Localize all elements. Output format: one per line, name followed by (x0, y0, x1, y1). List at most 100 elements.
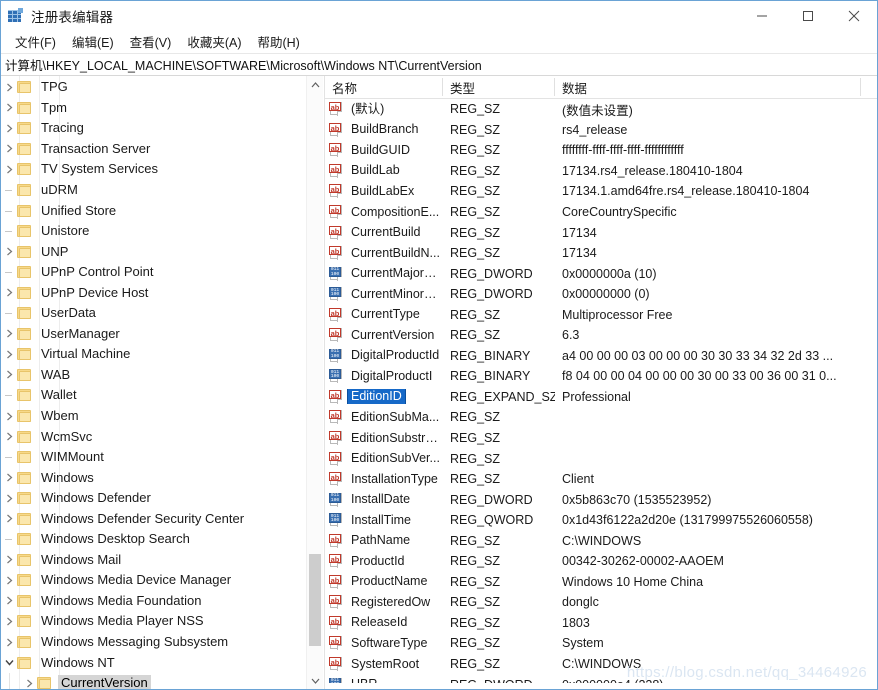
column-header-type[interactable]: 类型 (443, 76, 555, 98)
tree-item-23[interactable]: Windows Mail (1, 550, 307, 571)
chevron-right-icon[interactable] (1, 141, 17, 157)
scroll-up-arrow[interactable] (307, 76, 323, 93)
table-row[interactable]: 011 100 CurrentMajorV... REG_DWORD 0x0000000… (325, 263, 877, 284)
chevron-right-icon[interactable] (1, 634, 17, 650)
menu-item-2[interactable]: 查看(V) (122, 31, 180, 53)
chevron-right-icon[interactable] (1, 161, 17, 177)
tree-item-12[interactable]: UserManager (1, 324, 307, 345)
table-row[interactable]: ab EditionSubstring REG_SZ (325, 428, 877, 449)
chevron-right-icon[interactable] (1, 470, 17, 486)
chevron-right-icon[interactable] (1, 408, 17, 424)
chevron-right-icon[interactable] (1, 552, 17, 568)
tree-item-28[interactable]: Windows NT (1, 652, 307, 673)
table-row[interactable]: ab BuildGUID REG_SZ ffffffff-ffff-ffff-ffff… (325, 140, 877, 161)
table-row[interactable]: ab CurrentType REG_SZ Multiprocessor Free (325, 304, 877, 325)
tree-item-0[interactable]: TPG (1, 77, 307, 98)
table-row[interactable]: ab CurrentBuildN... REG_SZ 17134 (325, 243, 877, 264)
chevron-right-icon[interactable] (1, 613, 17, 629)
close-button[interactable] (831, 1, 877, 31)
table-row[interactable]: ab PathName REG_SZ C:\WINDOWS (325, 530, 877, 551)
address-bar[interactable]: 计算机\HKEY_LOCAL_MACHINE\SOFTWARE\Microsof… (1, 54, 877, 76)
table-row[interactable]: ab RegisteredOw REG_SZ donglc (325, 592, 877, 613)
table-row[interactable]: ab ReleaseId REG_SZ 1803 (325, 613, 877, 634)
tree-item-2[interactable]: Tracing (1, 118, 307, 139)
value-name-cell[interactable]: ab CompositionE... (325, 205, 443, 220)
chevron-right-icon[interactable] (1, 572, 17, 588)
tree-item-5[interactable]: uDRM (1, 180, 307, 201)
value-name-cell[interactable]: ab CurrentBuildN... (325, 246, 443, 261)
chevron-right-icon[interactable] (21, 675, 37, 689)
chevron-right-icon[interactable] (1, 244, 17, 260)
table-row[interactable]: ab BuildBranch REG_SZ rs4_release (325, 120, 877, 141)
table-row[interactable]: ab CurrentBuild REG_SZ 17134 (325, 222, 877, 243)
menu-item-4[interactable]: 帮助(H) (249, 31, 307, 53)
chevron-down-icon[interactable] (1, 655, 17, 671)
value-name-cell[interactable]: ab EditionSubVer... (325, 451, 443, 466)
table-row[interactable]: ab ProductName REG_SZ Windows 10 Home China (325, 572, 877, 593)
table-row[interactable]: ab EditionSubVer... REG_SZ (325, 448, 877, 469)
tree-item-4[interactable]: TV System Services (1, 159, 307, 180)
value-name-cell[interactable]: ab PathName (325, 533, 443, 548)
tree-item-11[interactable]: UserData (1, 303, 307, 324)
table-row[interactable]: ab ProductId REG_SZ 00342-30262-00002-AAOEM (325, 551, 877, 572)
value-name-cell[interactable]: 011 100 CurrentMinorV... (325, 287, 443, 302)
tree-item-6[interactable]: Unified Store (1, 200, 307, 221)
column-header-name[interactable]: 名称 (325, 76, 443, 98)
tree-item-19[interactable]: Windows (1, 467, 307, 488)
tree-item-10[interactable]: UPnP Device Host (1, 282, 307, 303)
tree-item-3[interactable]: Transaction Server (1, 139, 307, 160)
table-row[interactable]: 011 100 InstallTime REG_QWORD 0x1d43f6122a2d… (325, 510, 877, 531)
tree-item-14[interactable]: WAB (1, 365, 307, 386)
tree-item-7[interactable]: Unistore (1, 221, 307, 242)
value-name-cell[interactable]: ab CurrentBuild (325, 225, 443, 240)
tree-item-26[interactable]: Windows Media Player NSS (1, 611, 307, 632)
chevron-right-icon[interactable] (1, 511, 17, 527)
chevron-right-icon[interactable] (1, 100, 17, 116)
tree-item-1[interactable]: Tpm (1, 98, 307, 119)
value-name-cell[interactable]: 011 100 InstallDate (325, 492, 443, 507)
table-row[interactable]: ab CurrentVersion REG_SZ 6.3 (325, 325, 877, 346)
table-row[interactable]: ab CompositionE... REG_SZ CoreCountrySpecif… (325, 202, 877, 223)
maximize-button[interactable] (785, 1, 831, 31)
chevron-right-icon[interactable] (1, 367, 17, 383)
scroll-thumb[interactable] (309, 554, 321, 646)
table-row[interactable]: ab SystemRoot REG_SZ C:\WINDOWS (325, 654, 877, 675)
table-row[interactable]: 011 100 DigitalProductI REG_BINARY f8 04 00 … (325, 366, 877, 387)
tree-item-9[interactable]: UPnP Control Point (1, 262, 307, 283)
minimize-button[interactable] (739, 1, 785, 31)
value-name-cell[interactable]: ab BuildGUID (325, 143, 443, 158)
table-row[interactable]: ab SoftwareType REG_SZ System (325, 633, 877, 654)
tree-item-16[interactable]: Wbem (1, 406, 307, 427)
menu-item-0[interactable]: 文件(F) (7, 31, 64, 53)
tree-item-8[interactable]: UNP (1, 241, 307, 262)
value-name-cell[interactable]: ab ProductId (325, 554, 443, 569)
value-name-cell[interactable]: ab EditionSubMa... (325, 410, 443, 425)
value-name-cell[interactable]: 011 100 CurrentMajorV... (325, 266, 443, 281)
value-name-cell[interactable]: ab EditionSubstring (325, 431, 443, 446)
chevron-right-icon[interactable] (1, 120, 17, 136)
chevron-right-icon[interactable] (1, 346, 17, 362)
tree-item-15[interactable]: Wallet (1, 385, 307, 406)
value-name-cell[interactable]: ab SoftwareType (325, 636, 443, 651)
value-name-cell[interactable]: ab SystemRoot (325, 657, 443, 672)
chevron-right-icon[interactable] (1, 79, 17, 95)
chevron-right-icon[interactable] (1, 593, 17, 609)
tree-item-22[interactable]: Windows Desktop Search (1, 529, 307, 550)
menu-item-3[interactable]: 收藏夹(A) (179, 31, 249, 53)
value-name-cell[interactable]: ab (默认) (325, 102, 443, 117)
table-row[interactable]: ab EditionID REG_EXPAND_SZ Professional (325, 387, 877, 408)
tree-item-29[interactable]: CurrentVersion (1, 672, 307, 689)
value-name-cell[interactable]: ab BuildLab (325, 163, 443, 178)
menu-item-1[interactable]: 编辑(E) (64, 31, 122, 53)
value-name-cell[interactable]: ab BuildBranch (325, 122, 443, 137)
value-name-cell[interactable]: 011 100 DigitalProductI (325, 369, 443, 384)
table-row[interactable]: 011 100 CurrentMinorV... REG_DWORD 0x0000000… (325, 284, 877, 305)
value-name-cell[interactable]: ab ReleaseId (325, 615, 443, 630)
value-name-cell[interactable]: ab RegisteredOw (325, 595, 443, 610)
scroll-down-arrow[interactable] (307, 672, 323, 689)
value-name-cell[interactable]: ab ProductName (325, 574, 443, 589)
table-row[interactable]: ab (默认) REG_SZ (数值未设置) (325, 99, 877, 120)
tree-item-24[interactable]: Windows Media Device Manager (1, 570, 307, 591)
chevron-right-icon[interactable] (1, 285, 17, 301)
tree-vertical-scrollbar[interactable] (306, 76, 323, 689)
